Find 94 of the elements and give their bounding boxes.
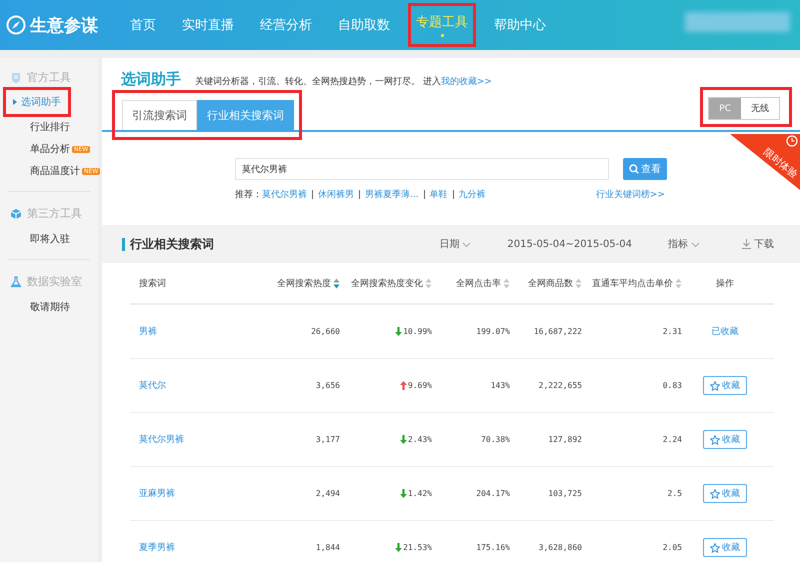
table-cell-text: 1,844 <box>314 543 340 552</box>
group-title: 第三方工具 <box>27 206 82 221</box>
section-title: 行业相关搜索词 <box>130 236 214 252</box>
saved-label: 已收藏 <box>712 326 738 338</box>
cube-icon <box>10 208 22 220</box>
table-cell-text: 103,725 <box>547 489 582 498</box>
column-header: 直通车平均点击单价 <box>592 278 673 290</box>
table-cell: 1.42% <box>408 489 432 498</box>
star-icon <box>710 542 720 552</box>
table-cell-text: 2,494 <box>314 489 340 498</box>
flask-icon <box>10 276 22 288</box>
table-cell-text: 3,656 <box>314 381 340 390</box>
metrics-dropdown[interactable]: 指标 <box>662 236 706 252</box>
table-cell: 9.69% <box>408 381 432 390</box>
page-title: 选词助手 <box>121 70 181 89</box>
column-header: 全网搜索热度变化 <box>351 278 423 290</box>
recommendation-link[interactable]: 男裤夏季薄... <box>365 188 419 201</box>
table-cell-text: 143% <box>490 381 510 390</box>
arrow-down-icon <box>400 435 407 444</box>
table-cell: 10.99% <box>403 327 432 336</box>
column-header: 全网搜索热度 <box>277 278 331 290</box>
platform-option[interactable]: PC <box>709 98 741 119</box>
ribbon-label: 限时体验 <box>760 146 800 182</box>
column-header: 全网商品数 <box>528 278 573 290</box>
favorite-button[interactable]: 收藏 <box>703 376 747 395</box>
logo-text: 生意参谋 <box>30 14 98 36</box>
table-cell-text: 199.07% <box>475 327 510 336</box>
arrow-down-icon <box>395 543 402 552</box>
favorite-button[interactable]: 收藏 <box>703 538 747 557</box>
recommendation-link[interactable]: 九分裤 <box>458 188 486 201</box>
star-icon <box>710 434 720 444</box>
download-icon <box>742 239 751 249</box>
nav-tab[interactable]: 实时直播 <box>172 0 244 50</box>
recommendation-link[interactable]: 单鞋 <box>430 188 448 201</box>
table-cell-text: 175.16% <box>475 543 510 552</box>
ranking-link[interactable]: 行业关键词榜>> <box>596 188 665 201</box>
table-cell-text: 3,628,860 <box>538 543 582 552</box>
column-header: 操作 <box>716 278 734 290</box>
recommend-label: 推荐： <box>235 188 262 201</box>
group-title: 数据实验室 <box>27 274 82 289</box>
chevron-down-icon <box>462 240 472 248</box>
star-icon <box>710 488 720 498</box>
table-cell: 21.53% <box>403 543 432 552</box>
table-cell-text: 0.83 <box>662 381 682 390</box>
page-description: 关键词分析器，引流、转化、全网热搜趋势，一网打尽。 进入我的收藏>> <box>195 76 492 88</box>
table-cell-text: 16,687,222 <box>532 327 582 336</box>
compass-logo-icon <box>6 15 26 35</box>
search-field[interactable]: 莫代尔男裤 <box>235 158 609 180</box>
sidebar-item[interactable]: 即将入驻 <box>8 229 70 249</box>
table-cell-text: 26,660 <box>310 327 340 336</box>
favorite-button[interactable]: 收藏 <box>703 484 747 503</box>
table-cell-text: 127,892 <box>547 435 582 444</box>
arrow-down-icon <box>400 489 407 498</box>
recommendation-link[interactable]: 莫代尔男裤 <box>262 188 307 201</box>
nav-tab[interactable]: 自助取数 <box>328 0 400 50</box>
keyword-link[interactable]: 男裤 <box>130 325 240 338</box>
chevron-down-icon <box>691 240 700 248</box>
column-header: 全网点击率 <box>456 278 501 290</box>
nav-tab[interactable]: 专题工具 <box>406 0 478 50</box>
nav-tab[interactable]: 首页 <box>120 0 166 50</box>
table-cell-text: 2.31 <box>662 327 682 336</box>
keyword-link[interactable]: 莫代尔 <box>130 379 240 392</box>
date-dropdown[interactable]: 日期 <box>433 236 478 252</box>
sidebar-item[interactable]: 选词助手 <box>3 87 71 117</box>
table-cell-text: 2.5 <box>666 489 682 498</box>
table-cell-text: 2.05 <box>662 543 682 552</box>
group-title: 官方工具 <box>27 70 71 85</box>
column-header: 搜索词 <box>139 278 166 290</box>
table-cell-text: 2.24 <box>662 435 682 444</box>
favorite-button[interactable]: 收藏 <box>703 430 747 449</box>
table-cell-text: 204.17% <box>475 489 510 498</box>
arrow-up-icon <box>400 381 407 390</box>
recommendation-link[interactable]: 休闲裤男 <box>318 188 354 201</box>
date-range: 2015-05-04~2015-05-04 <box>507 238 632 250</box>
download-button[interactable]: 下载 <box>736 236 780 252</box>
keyword-link[interactable]: 莫代尔男裤 <box>130 433 240 446</box>
arrow-down-icon <box>395 327 402 336</box>
search-button[interactable]: 查看 <box>623 158 667 180</box>
table-cell-text: 2,222,655 <box>538 381 582 390</box>
nav-tab[interactable]: 帮助中心 <box>484 0 556 50</box>
shield-icon <box>10 72 22 84</box>
keyword-link[interactable]: 夏季男裤 <box>130 541 240 554</box>
table-cell: 2.43% <box>408 435 432 444</box>
keyword-link[interactable]: 亚麻男裤 <box>130 487 240 500</box>
favorites-link[interactable]: 我的收藏>> <box>440 77 492 87</box>
star-icon <box>710 380 720 390</box>
sidebar-item[interactable]: 敬请期待 <box>8 297 70 317</box>
search-icon <box>629 164 639 174</box>
tab[interactable]: 行业相关搜索词 <box>197 100 294 130</box>
tab[interactable]: 引流搜索词 <box>122 100 197 130</box>
nav-tab[interactable]: 经营分析 <box>250 0 322 50</box>
sidebar-item[interactable]: 行业排行 <box>8 117 70 137</box>
table-cell-text: 70.38% <box>480 435 510 444</box>
table-cell-text: 3,177 <box>314 435 340 444</box>
